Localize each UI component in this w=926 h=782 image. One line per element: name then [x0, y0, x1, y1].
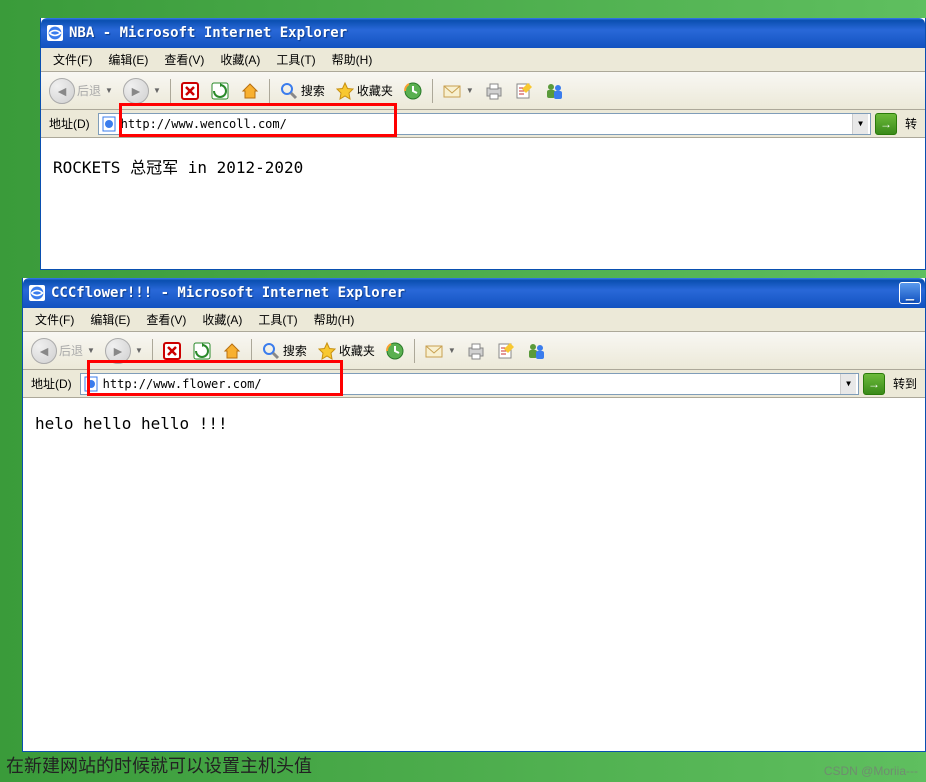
chevron-down-icon: ▼ — [87, 346, 95, 355]
favorites-label: 收藏夹 — [357, 82, 393, 99]
forward-button[interactable]: ► ▼ — [119, 77, 165, 105]
menu-edit[interactable]: 编辑(E) — [100, 49, 156, 70]
address-bar-1: 地址(D) ▼ → 转 — [41, 110, 925, 138]
separator — [170, 79, 171, 103]
toolbar-2: ◄ 后退 ▼ ► ▼ 搜索 收藏夹 — [23, 332, 925, 370]
page-icon — [101, 116, 117, 132]
toolbar-1: ◄ 后退 ▼ ► ▼ 搜索 收藏夹 — [41, 72, 925, 110]
search-button[interactable]: 搜索 — [257, 337, 311, 365]
arrow-left-icon: ◄ — [31, 338, 57, 364]
window-title: CCCflower!!! - Microsoft Internet Explor… — [51, 285, 405, 301]
menu-view[interactable]: 查看(V) — [138, 309, 194, 330]
ie-window-2: CCCflower!!! - Microsoft Internet Explor… — [22, 278, 926, 752]
separator — [269, 79, 270, 103]
minimize-button[interactable]: _ — [899, 282, 921, 304]
page-icon — [83, 376, 99, 392]
separator — [432, 79, 433, 103]
window-title: NBA - Microsoft Internet Explorer — [69, 25, 347, 41]
home-button[interactable] — [218, 337, 246, 365]
menu-favorites[interactable]: 收藏(A) — [194, 309, 250, 330]
back-button[interactable]: ◄ 后退 ▼ — [27, 337, 99, 365]
stop-button[interactable] — [158, 337, 186, 365]
go-label: 转到 — [889, 375, 921, 392]
address-dropdown[interactable]: ▼ — [840, 374, 856, 394]
separator — [152, 339, 153, 363]
chevron-down-icon: ▼ — [448, 346, 456, 355]
search-button[interactable]: 搜索 — [275, 77, 329, 105]
menu-file[interactable]: 文件(F) — [27, 309, 82, 330]
chevron-down-icon: ▼ — [466, 86, 474, 95]
back-button[interactable]: ◄ 后退 ▼ — [45, 77, 117, 105]
address-input-container[interactable]: ▼ — [80, 373, 859, 395]
window-controls: _ — [899, 282, 921, 304]
print-button[interactable] — [462, 337, 490, 365]
arrow-right-icon: ► — [123, 78, 149, 104]
menu-help[interactable]: 帮助(H) — [324, 49, 381, 70]
stop-button[interactable] — [176, 77, 204, 105]
search-label: 搜索 — [301, 82, 325, 99]
address-input[interactable] — [121, 115, 848, 133]
home-button[interactable] — [236, 77, 264, 105]
menu-help[interactable]: 帮助(H) — [306, 309, 363, 330]
separator — [414, 339, 415, 363]
menu-tools[interactable]: 工具(T) — [268, 49, 323, 70]
menu-favorites[interactable]: 收藏(A) — [212, 49, 268, 70]
arrow-left-icon: ◄ — [49, 78, 75, 104]
go-button[interactable]: → — [875, 113, 897, 135]
messenger-button[interactable] — [522, 337, 550, 365]
menu-file[interactable]: 文件(F) — [45, 49, 100, 70]
refresh-button[interactable] — [188, 337, 216, 365]
favorites-label: 收藏夹 — [339, 342, 375, 359]
history-button[interactable] — [399, 77, 427, 105]
go-label: 转 — [901, 115, 921, 132]
refresh-button[interactable] — [206, 77, 234, 105]
menubar-2: 文件(F) 编辑(E) 查看(V) 收藏(A) 工具(T) 帮助(H) — [23, 308, 925, 332]
search-label: 搜索 — [283, 342, 307, 359]
favorites-button[interactable]: 收藏夹 — [313, 337, 379, 365]
mail-button[interactable]: ▼ — [420, 337, 460, 365]
go-button[interactable]: → — [863, 373, 885, 395]
back-label: 后退 — [59, 342, 83, 359]
print-button[interactable] — [480, 77, 508, 105]
menu-edit[interactable]: 编辑(E) — [82, 309, 138, 330]
titlebar-1[interactable]: NBA - Microsoft Internet Explorer — [41, 18, 925, 48]
watermark-text: CSDN @Moriia--- — [824, 764, 918, 778]
menubar-1: 文件(F) 编辑(E) 查看(V) 收藏(A) 工具(T) 帮助(H) — [41, 48, 925, 72]
edit-button[interactable] — [510, 77, 538, 105]
address-label: 地址(D) — [45, 115, 94, 132]
messenger-button[interactable] — [540, 77, 568, 105]
ie-icon — [29, 285, 45, 301]
edit-button[interactable] — [492, 337, 520, 365]
menu-tools[interactable]: 工具(T) — [250, 309, 305, 330]
address-label: 地址(D) — [27, 375, 76, 392]
history-button[interactable] — [381, 337, 409, 365]
page-text: ROCKETS 总冠军 in 2012-2020 — [53, 158, 303, 177]
chevron-down-icon: ▼ — [105, 86, 113, 95]
back-label: 后退 — [77, 82, 101, 99]
address-dropdown[interactable]: ▼ — [852, 114, 868, 134]
caption-text: 在新建网站的时候就可以设置主机头值 — [6, 752, 312, 778]
chevron-down-icon: ▼ — [153, 86, 161, 95]
ie-icon — [47, 25, 63, 41]
menu-view[interactable]: 查看(V) — [156, 49, 212, 70]
mail-button[interactable]: ▼ — [438, 77, 478, 105]
page-text: helo hello hello !!! — [35, 414, 228, 433]
favorites-button[interactable]: 收藏夹 — [331, 77, 397, 105]
page-content-1: ROCKETS 总冠军 in 2012-2020 — [41, 138, 925, 269]
titlebar-2[interactable]: CCCflower!!! - Microsoft Internet Explor… — [23, 278, 925, 308]
address-bar-2: 地址(D) ▼ → 转到 — [23, 370, 925, 398]
address-input-container[interactable]: ▼ — [98, 113, 871, 135]
arrow-right-icon: ► — [105, 338, 131, 364]
separator — [251, 339, 252, 363]
page-content-2: helo hello hello !!! — [23, 398, 925, 751]
forward-button[interactable]: ► ▼ — [101, 337, 147, 365]
ie-window-1: NBA - Microsoft Internet Explorer 文件(F) … — [40, 18, 926, 270]
address-input[interactable] — [103, 375, 836, 393]
chevron-down-icon: ▼ — [135, 346, 143, 355]
